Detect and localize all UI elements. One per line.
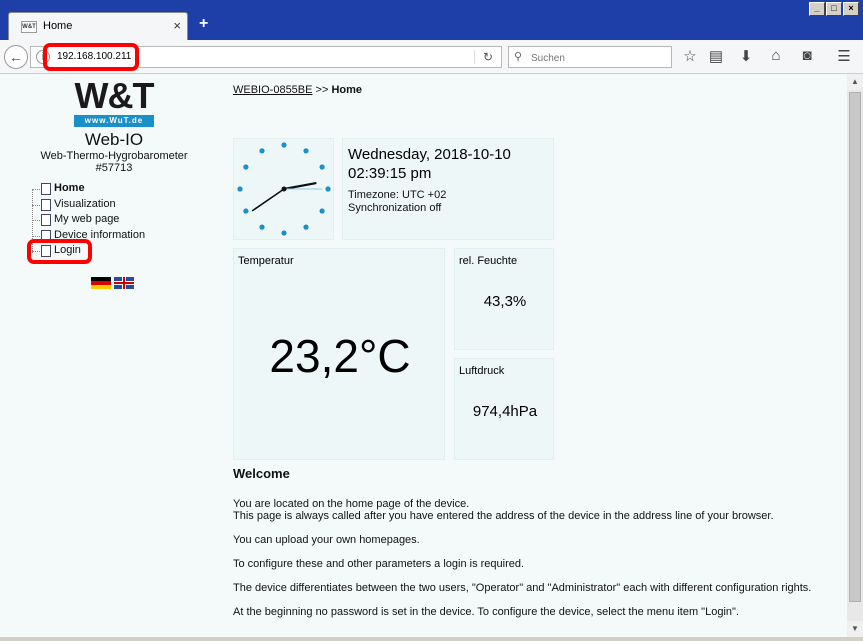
clock-hour-dot xyxy=(325,186,331,192)
tree-branch xyxy=(32,220,40,221)
back-button[interactable]: ← xyxy=(4,45,28,69)
tree-branch xyxy=(32,204,40,206)
vertical-scrollbar[interactable]: ▲ ▼ xyxy=(847,74,863,637)
minimize-button[interactable]: _ xyxy=(809,2,825,16)
timezone-info: Timezone: UTC +02 Synchronization off xyxy=(348,189,446,215)
english-flag-icon[interactable] xyxy=(114,277,134,289)
logo-url: www.WuT.de xyxy=(74,115,154,127)
tab-close-icon[interactable]: × xyxy=(173,18,181,33)
product-brand: Web-IO xyxy=(84,130,144,149)
pocket-icon[interactable]: ◙ xyxy=(797,47,817,64)
breadcrumb: WEBIO-0855BE >> Home xyxy=(233,84,362,96)
clock-hour-dot xyxy=(281,230,287,236)
reload-icon[interactable]: ↻ xyxy=(483,50,493,64)
maximize-button[interactable]: □ xyxy=(826,2,842,16)
window-titlebar: W&T Home × + _ □ × xyxy=(0,0,863,40)
pressure-value: 974,4hPa xyxy=(472,403,538,420)
clock-hour-dot xyxy=(237,186,243,192)
product-model: #57713 xyxy=(95,162,133,174)
pressure-panel: Luftdruck 974,4hPa xyxy=(454,358,554,460)
clock-hour-dot xyxy=(243,208,249,214)
sidebar-item-label: Home xyxy=(54,182,85,194)
temperature-label: Temperatur xyxy=(238,255,294,267)
search-input[interactable] xyxy=(529,49,669,67)
tree-branch xyxy=(32,235,40,237)
welcome-paragraph: You are located on the home page of the … xyxy=(233,498,845,522)
welcome-text: This page is always called after you hav… xyxy=(233,510,774,522)
url-highlight-annotation xyxy=(43,43,139,71)
sidebar-item-visualization[interactable]: Visualization xyxy=(32,198,145,214)
menu-icon[interactable]: ☰ xyxy=(834,47,854,65)
timezone: Timezone: UTC +02 xyxy=(348,189,447,201)
home-icon[interactable]: ⌂ xyxy=(766,47,786,64)
search-bar[interactable]: ⚲ xyxy=(508,46,672,68)
clock-hour-dot xyxy=(319,208,325,214)
humidity-panel: rel. Feuchte 43,3% xyxy=(454,248,554,350)
temperature-panel: Temperatur 23,2°C xyxy=(233,248,445,460)
tree-branch xyxy=(32,189,40,190)
clock-hour-dot xyxy=(259,148,265,154)
product-subtitle: Web-Thermo-Hygrobarometer xyxy=(40,150,188,162)
language-flags xyxy=(91,277,137,295)
login-highlight-annotation xyxy=(27,239,92,264)
welcome-paragraph: You can upload your own homepages. xyxy=(233,534,420,546)
clock-center xyxy=(281,186,287,192)
tab-title: Home xyxy=(43,20,73,32)
scroll-up-icon[interactable]: ▲ xyxy=(847,74,863,90)
wt-logo[interactable]: W&T www.WuT.de xyxy=(72,75,156,127)
analog-clock-panel xyxy=(233,138,334,240)
library-icon[interactable]: ▤ xyxy=(706,47,726,65)
welcome-paragraph: At the beginning no password is set in t… xyxy=(233,606,739,618)
humidity-label: rel. Feuchte xyxy=(459,255,518,267)
clock-hour-dot xyxy=(259,224,265,230)
page-icon xyxy=(41,214,51,226)
tab-home[interactable]: W&T Home × xyxy=(8,12,188,40)
date-time-display: Wednesday, 2018-10-10 02:39:15 pm xyxy=(348,145,511,183)
sidebar-item-home[interactable]: Home xyxy=(32,182,145,198)
sidebar-item-label: Visualization xyxy=(54,197,116,210)
url-separator xyxy=(474,50,475,64)
breadcrumb-separator: >> xyxy=(315,84,329,96)
pressure-label: Luftdruck xyxy=(459,365,505,377)
download-icon[interactable]: ⬇ xyxy=(736,47,756,65)
welcome-section: Welcome You are located on the home page… xyxy=(233,466,845,630)
clock-hour-dot xyxy=(243,164,249,170)
clock-hour-dot xyxy=(303,148,309,154)
scrollbar-thumb[interactable] xyxy=(849,92,861,602)
temperature-value: 23,2°C xyxy=(269,330,411,382)
page-content: W&T www.WuT.de Web-IO Web-Thermo-Hygroba… xyxy=(0,74,847,637)
window-bottom-edge xyxy=(0,637,863,641)
welcome-paragraph: The device differentiates between the tw… xyxy=(233,582,812,594)
welcome-heading: Welcome xyxy=(233,466,290,481)
sync-status: Synchronization off xyxy=(348,202,442,214)
close-window-button[interactable]: × xyxy=(843,2,859,16)
breadcrumb-device-link[interactable]: WEBIO-0855BE xyxy=(233,84,312,96)
analog-clock-icon xyxy=(237,142,331,236)
sidebar-item-my-web-page[interactable]: My web page xyxy=(32,213,145,229)
page-icon xyxy=(41,183,51,195)
page-icon xyxy=(41,198,51,211)
current-time: 02:39:15 pm xyxy=(348,165,432,182)
clock-hour-dot xyxy=(319,164,325,170)
humidity-value: 43,3% xyxy=(483,293,527,310)
clock-hour-hand xyxy=(282,182,317,191)
german-flag-icon[interactable] xyxy=(91,277,111,289)
window-controls: _ □ × xyxy=(809,2,859,16)
new-tab-button[interactable]: + xyxy=(199,15,208,33)
datetime-panel: Wednesday, 2018-10-10 02:39:15 pm Timezo… xyxy=(342,138,554,240)
scroll-down-icon[interactable]: ▼ xyxy=(847,621,863,637)
welcome-paragraph: To configure these and other parameters … xyxy=(233,558,525,570)
welcome-text: You are located on the home page of the … xyxy=(233,498,470,510)
clock-hour-dot xyxy=(303,224,309,230)
current-date: Wednesday, 2018-10-10 xyxy=(348,146,511,163)
logo-text: W&T xyxy=(74,75,155,116)
clock-hour-dot xyxy=(281,142,287,148)
clock-minute-hand xyxy=(251,188,285,212)
search-icon: ⚲ xyxy=(514,51,523,63)
bookmark-star-icon[interactable]: ☆ xyxy=(680,47,700,65)
sidebar-item-label: My web page xyxy=(54,213,120,225)
wt-favicon: W&T xyxy=(21,21,37,33)
breadcrumb-current: Home xyxy=(331,84,363,96)
